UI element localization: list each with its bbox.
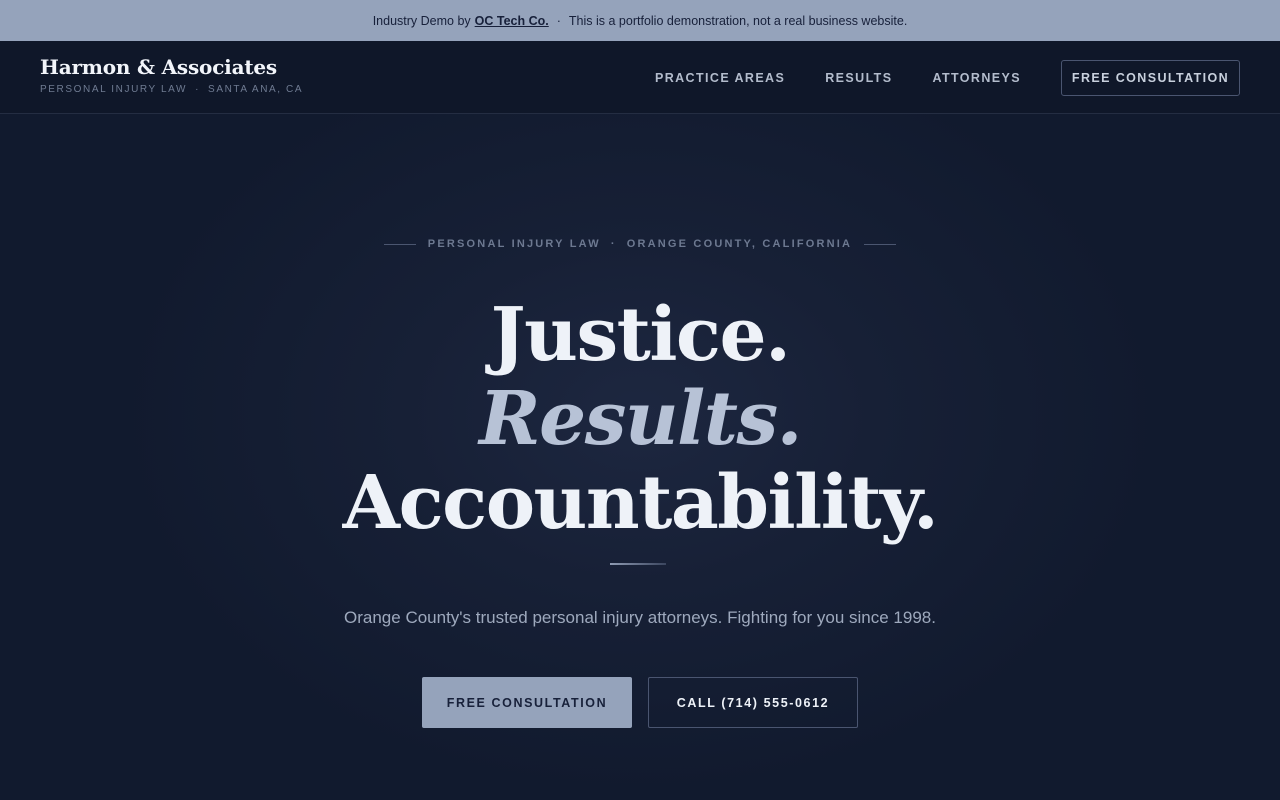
eyebrow-line-left — [383, 243, 416, 245]
headline-results: Results. — [479, 376, 802, 462]
brand-sub-separator: · — [195, 84, 201, 95]
nav-free-consultation-button[interactable]: FREE CONSULTATION — [1061, 60, 1240, 96]
hero-divider — [610, 563, 666, 565]
nav-practice-areas[interactable]: PRACTICE AREAS — [655, 71, 785, 85]
banner-prefix: Industry Demo by — [372, 13, 471, 28]
brand-name: Harmon & Associates — [40, 55, 277, 79]
brand[interactable]: Harmon & Associates PERSONAL INJURY LAW … — [40, 55, 303, 95]
banner-separator: · — [556, 13, 561, 28]
hero-tagline: Orange County's trusted personal injury … — [344, 608, 936, 627]
brand-sub-practice: PERSONAL INJURY LAW — [40, 84, 188, 95]
hero-eyebrow: PERSONAL INJURY LAW · ORANGE COUNTY, CAL… — [0, 238, 1280, 250]
call-phone-button[interactable]: CALL (714) 555-0612 — [648, 677, 858, 728]
eyebrow-location: ORANGE COUNTY, CALIFORNIA — [626, 238, 853, 250]
eyebrow-line-right — [864, 243, 897, 245]
eyebrow-separator: · — [610, 238, 617, 250]
nav-attorneys[interactable]: ATTORNEYS — [932, 71, 1021, 85]
free-consultation-button[interactable]: FREE CONSULTATION — [422, 677, 632, 728]
banner-link[interactable]: OC Tech Co. — [475, 14, 549, 28]
headline-justice: Justice. — [490, 292, 791, 378]
banner-message: This is a portfolio demonstration, not a… — [568, 13, 908, 28]
main-nav: PRACTICE AREAS RESULTS ATTORNEYS FREE CO… — [655, 60, 1240, 96]
eyebrow-practice: PERSONAL INJURY LAW — [427, 238, 601, 250]
demo-banner: Industry Demo by OC Tech Co. · This is a… — [0, 0, 1280, 41]
site-header: Harmon & Associates PERSONAL INJURY LAW … — [0, 41, 1280, 114]
brand-subtitle: PERSONAL INJURY LAW · SANTA ANA, CA — [40, 84, 303, 95]
headline-accountability: Accountability. — [342, 460, 939, 546]
nav-results[interactable]: RESULTS — [825, 71, 892, 85]
hero-section: PERSONAL INJURY LAW · ORANGE COUNTY, CAL… — [0, 114, 1280, 800]
brand-sub-location: SANTA ANA, CA — [208, 84, 304, 95]
